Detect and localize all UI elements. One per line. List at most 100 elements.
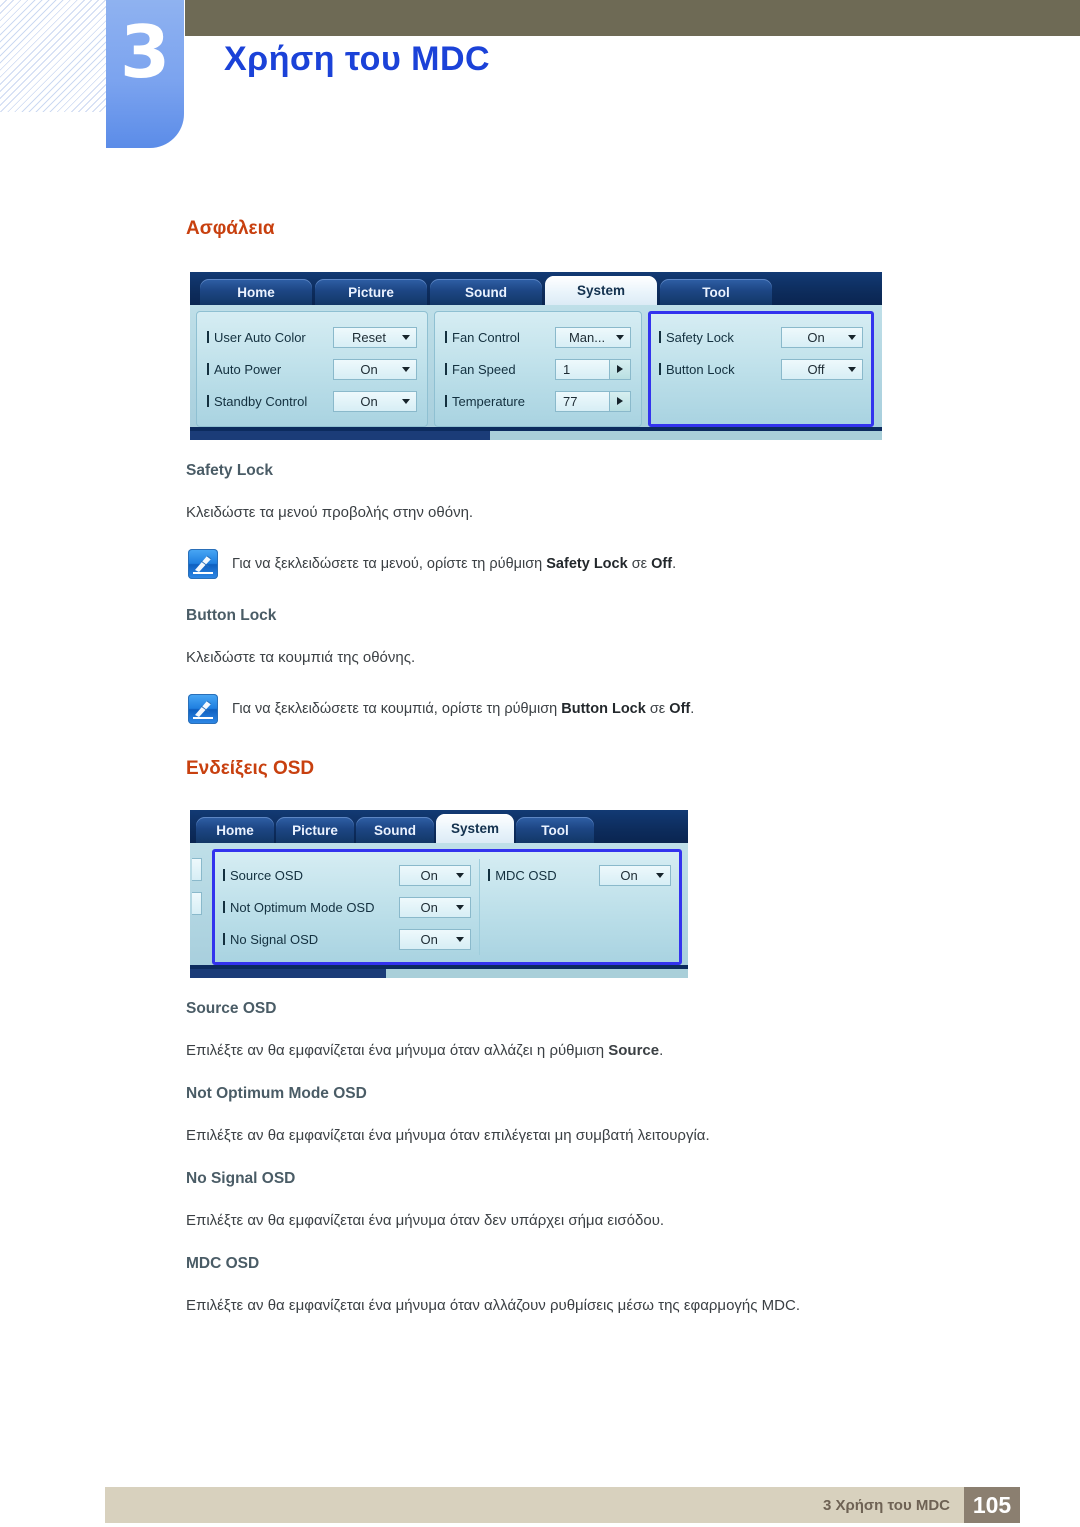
mdc-label-source-osd: Source OSD [223,868,303,883]
mdc-control-fan-speed: 1 [555,358,631,380]
mdc-control-temperature: 77 [555,390,631,412]
mdc-row-empty [659,385,863,417]
not-optimum-mode-osd-select[interactable]: On [399,896,472,918]
mdc-subgroup-osd-right: MDC OSD On [479,859,671,955]
mdc-tab-system[interactable]: System [436,814,514,843]
mdc-tab-home[interactable]: Home [200,279,312,305]
mdc-row-safety-lock: Safety Lock On [659,321,863,353]
mdc-group-osd-settings-highlighted: Source OSD On Not Optimum Mode OSD On No… [212,849,682,965]
mdc-control-standby-control: On [333,390,417,412]
fan-speed-increment-button[interactable] [609,359,630,379]
standby-control-value: On [360,393,378,409]
section-heading-safety: Ασφάλεια [186,218,275,239]
chapter-number: 3 [119,10,171,94]
user-auto-color-select[interactable]: Reset [333,326,417,348]
page-footer: 3 Χρήση του MDC 105 [105,1487,1020,1523]
note-mid: σε [627,556,652,572]
mdc-row-button-lock: Button Lock Off [659,353,863,385]
page-title: Χρήση του MDC [224,40,491,78]
chevron-down-icon [402,366,410,372]
safety-lock-value: On [807,329,825,345]
body-safety-lock: Κλειδώστε τα μενού προβολής στην οθόνη. [186,504,474,521]
mdc-horizontal-scrollbar[interactable] [190,431,882,440]
mdc-tab-picture[interactable]: Picture [315,279,427,305]
mdc-osd-select[interactable]: On [599,864,671,886]
mdc-row-source-osd: Source OSD On [223,859,472,891]
body-mdc-osd: Επιλέξτε αν θα εμφανίζεται ένα μήνυμα ότ… [186,1297,800,1314]
chevron-down-icon [456,904,465,910]
chevron-down-icon [848,366,856,372]
mdc-row-standby-control: Standby Control On [207,385,417,417]
not-optimum-mode-osd-value: On [420,899,438,915]
subheading-not-optimum-mode-osd: Not Optimum Mode OSD [186,1085,367,1102]
mdc-tab-sound[interactable]: Sound [356,817,434,843]
body-prefix: Επιλέξτε αν θα εμφανίζεται ένα μήνυμα ότ… [186,1042,609,1059]
page-content: Ασφάλεια Home Picture Sound System Tool … [0,160,1080,1316]
mdc-clipped-field [192,858,202,881]
auto-power-select[interactable]: On [333,358,417,380]
mdc-scrollbar-thumb[interactable] [190,969,386,978]
footer-page-number: 105 [964,1487,1020,1523]
mdc-label-mdc-osd: MDC OSD [488,868,556,883]
mdc-scrollbar-thumb[interactable] [190,431,490,440]
mdc-tab-home[interactable]: Home [196,817,274,843]
decorative-hatch-pattern [0,0,106,112]
subheading-mdc-osd: MDC OSD [186,1255,260,1272]
mdc-row-fan-control: Fan Control Man... [445,321,631,353]
mdc-row-auto-power: Auto Power On [207,353,417,385]
mdc-label-not-optimum-mode-osd: Not Optimum Mode OSD [223,900,375,915]
standby-control-select[interactable]: On [333,390,417,412]
source-osd-select[interactable]: On [399,864,472,886]
mdc-label-standby-control: Standby Control [207,394,307,409]
mdc-label-button-lock: Button Lock [659,362,735,377]
mdc-horizontal-scrollbar[interactable] [190,969,688,978]
note-bold-safety-lock: Safety Lock [546,556,628,572]
mdc-label-fan-speed: Fan Speed [445,362,516,377]
safety-lock-select[interactable]: On [781,326,863,348]
mdc-control-button-lock: Off [781,358,863,380]
no-signal-osd-value: On [420,931,438,947]
mdc-group-display-settings: User Auto Color Reset Auto Power On Stan… [196,311,428,427]
fan-speed-value: 1 [563,361,571,377]
body-suffix: . [659,1042,664,1059]
mdc-tab-tool[interactable]: Tool [660,279,772,305]
temperature-increment-button[interactable] [609,391,630,411]
mdc-tab-tool[interactable]: Tool [516,817,594,843]
subheading-button-lock: Button Lock [186,607,277,624]
mdc-tab-sound[interactable]: Sound [430,279,542,305]
mdc-control-safety-lock: On [781,326,863,348]
mdc-row-empty [488,923,671,955]
mdc-control-mdc-osd: On [599,864,671,886]
mdc-label-auto-power: Auto Power [207,362,281,377]
mdc-osd-panel-screenshot: Home Picture Sound System Tool Source OS… [190,810,688,978]
chevron-down-icon [616,334,624,340]
mdc-tab-picture[interactable]: Picture [276,817,354,843]
mdc-tab-system[interactable]: System [545,276,657,305]
fan-speed-stepper[interactable]: 1 [555,358,631,380]
note-suffix: . [690,701,695,717]
mdc-row-mdc-osd: MDC OSD On [488,859,671,891]
subheading-safety-lock: Safety Lock [186,462,274,479]
note-bold-button-lock: Button Lock [561,701,646,717]
mdc-label-user-auto-color: User Auto Color [207,330,306,345]
fan-control-select[interactable]: Man... [555,326,631,348]
note-pen-icon [188,549,218,579]
note-button-lock: Για να ξεκλειδώσετε τα κουμπιά, ορίστε τ… [188,694,1080,724]
page-header: 3 Χρήση του MDC [0,0,1080,160]
chevron-down-icon [402,398,410,404]
temperature-stepper[interactable]: 77 [555,390,631,412]
mdc-group-lock-settings-highlighted: Safety Lock On Button Lock Off [648,311,874,427]
body-bold-source: Source [608,1042,660,1059]
chapter-number-tab: 3 [106,0,184,148]
mdc-subgroup-osd-left: Source OSD On Not Optimum Mode OSD On No… [223,859,472,955]
button-lock-select[interactable]: Off [781,358,863,380]
chevron-down-icon [656,872,664,878]
footer-chapter-label: 3 Χρήση του MDC [822,1496,950,1514]
no-signal-osd-select[interactable]: On [399,928,472,950]
mdc-row-fan-speed: Fan Speed 1 [445,353,631,385]
mdc-osd-value: On [620,867,638,883]
body-source-osd: Επιλέξτε αν θα εμφανίζεται ένα μήνυμα ότ… [186,1040,1080,1061]
subheading-no-signal-osd: No Signal OSD [186,1170,296,1187]
mdc-body: User Auto Color Reset Auto Power On Stan… [190,305,882,427]
temperature-value: 77 [563,393,578,409]
